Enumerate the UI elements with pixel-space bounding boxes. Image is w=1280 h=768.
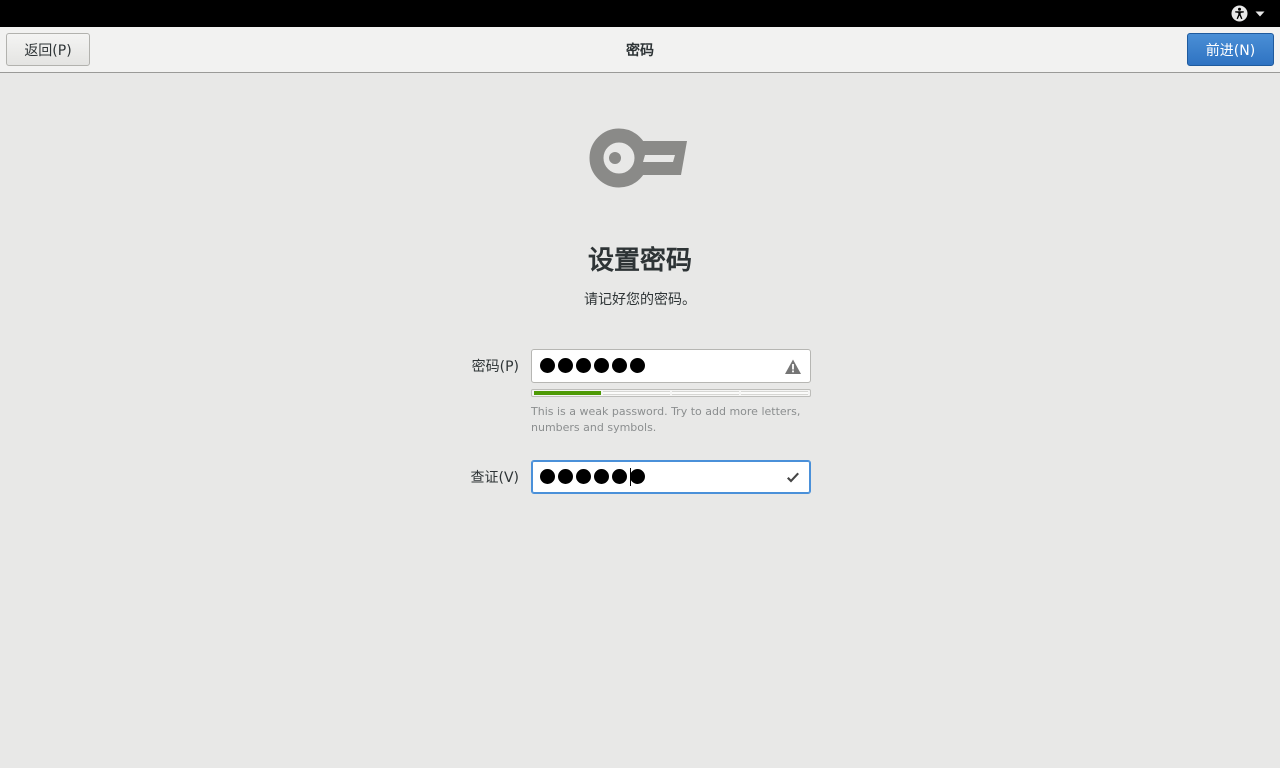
mask-dot: [630, 358, 645, 373]
header-title: 密码: [626, 43, 654, 59]
page-subtitle: 请记好您的密码。: [584, 292, 696, 308]
mask-dot: [594, 469, 609, 484]
mask-dot: [576, 469, 591, 484]
warning-icon: [785, 359, 801, 374]
next-button[interactable]: 前进(N): [1187, 33, 1274, 66]
system-menu[interactable]: [1231, 4, 1266, 23]
strength-segment: [741, 391, 808, 395]
page-heading: 设置密码: [587, 246, 692, 276]
text-caret: [630, 468, 631, 486]
chevron-down-icon[interactable]: [1254, 8, 1266, 20]
mask-dot: [594, 358, 609, 373]
top-bar: [0, 0, 1280, 27]
password-input[interactable]: [531, 349, 811, 383]
mask-dot: [630, 469, 645, 484]
password-masked-value: [540, 358, 645, 373]
mask-dot: [576, 358, 591, 373]
header-bar: 返回(P) 密码 前进(N): [0, 27, 1280, 73]
mask-dot: [540, 358, 555, 373]
mask-dot: [612, 358, 627, 373]
strength-segment: [603, 391, 670, 395]
verify-label: 查证(V): [470, 470, 519, 486]
mask-dot: [558, 469, 573, 484]
mask-dot: [612, 469, 627, 484]
mask-dot: [540, 469, 555, 484]
accessibility-icon[interactable]: [1231, 5, 1248, 22]
key-icon: [589, 128, 687, 188]
verify-input[interactable]: [531, 460, 811, 494]
strength-segment: [534, 391, 601, 395]
password-hint: This is a weak password. Try to add more…: [531, 405, 801, 434]
checkmark-icon: [787, 472, 799, 483]
password-label: 密码(P): [471, 359, 519, 375]
strength-segment: [672, 391, 739, 395]
password-strength-meter: [531, 389, 811, 397]
mask-dot: [558, 358, 573, 373]
